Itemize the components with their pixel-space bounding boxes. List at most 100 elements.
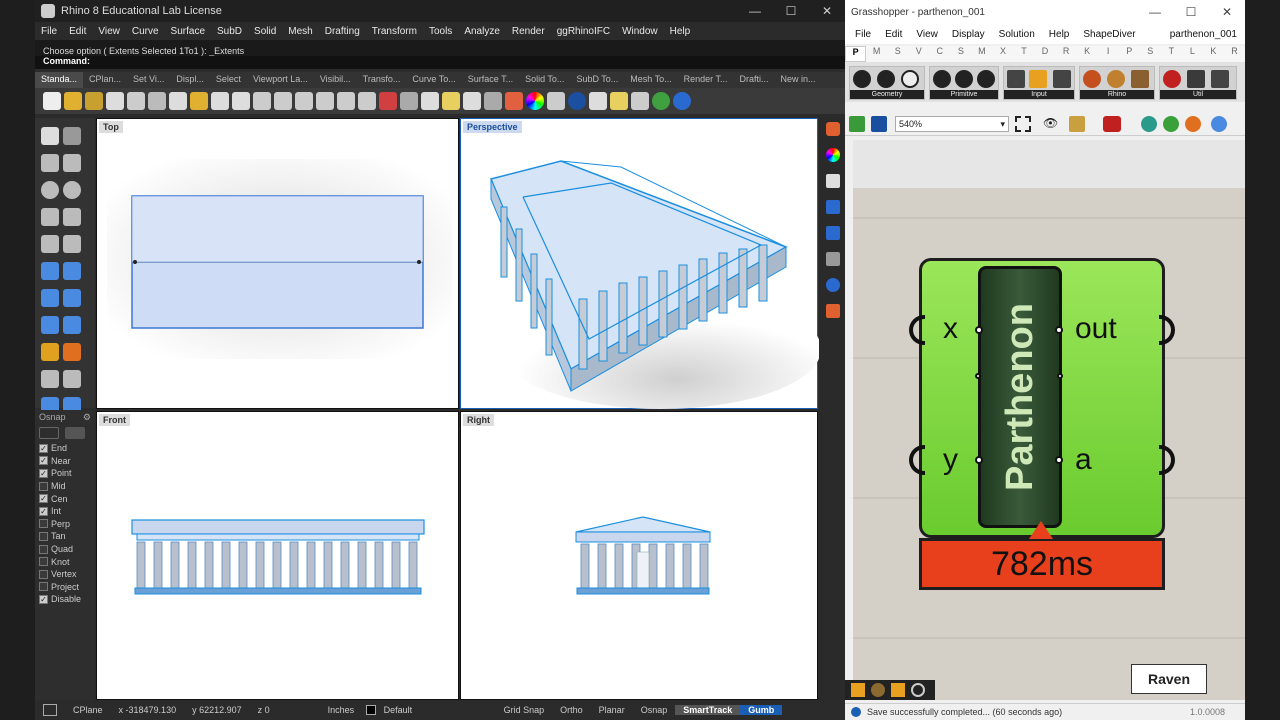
rotate-view-icon[interactable] (253, 92, 271, 110)
viewport-perspective-label[interactable]: Perspective (463, 121, 522, 133)
arrow-right-icon[interactable] (1211, 70, 1229, 88)
osnap-item-near[interactable]: ✓ Near (39, 455, 91, 468)
osnap-filter-icon[interactable] (65, 427, 85, 439)
menu-view[interactable]: View (98, 26, 120, 37)
menu-edit[interactable]: Edit (69, 26, 86, 37)
lock-icon[interactable] (484, 92, 502, 110)
category-tab[interactable]: V (908, 46, 929, 62)
point-icon[interactable] (63, 127, 81, 145)
category-tab[interactable]: C (929, 46, 950, 62)
category-tab[interactable]: K (1203, 46, 1224, 62)
category-tab[interactable]: L (1182, 46, 1203, 62)
help-icon[interactable] (673, 92, 691, 110)
light-bulb-icon[interactable] (463, 92, 481, 110)
menu-subd[interactable]: SubD (217, 26, 242, 37)
viewport-right-label[interactable]: Right (463, 414, 494, 426)
tab-set-view[interactable]: Set Vi... (127, 72, 170, 88)
gh-menu-edit[interactable]: Edit (885, 29, 902, 40)
options-icon[interactable] (631, 92, 649, 110)
ellipse-icon[interactable] (63, 181, 81, 199)
checkbox[interactable]: ✓ (39, 506, 48, 516)
brep-param-icon[interactable] (901, 70, 919, 88)
osnap-item-mid[interactable]: Mid (39, 480, 91, 493)
close-icon[interactable]: ✕ (809, 4, 845, 18)
slider-input-icon[interactable] (1053, 70, 1071, 88)
bake-icon[interactable] (1103, 116, 1121, 132)
cylinder-icon[interactable] (41, 316, 59, 334)
undo-icon[interactable] (211, 92, 229, 110)
rhino-pattern-icon[interactable] (1131, 70, 1149, 88)
button-input-icon[interactable] (1007, 70, 1025, 88)
help-panel-icon[interactable] (825, 200, 840, 214)
transform-icon[interactable] (63, 370, 81, 388)
new-file-icon[interactable] (43, 92, 61, 110)
checkbox[interactable] (39, 582, 48, 592)
gh-maximize-icon[interactable]: ☐ (1173, 5, 1209, 19)
gh-menu-shapediver[interactable]: ShapeDiver (1083, 29, 1135, 40)
checkbox[interactable]: ✓ (39, 443, 48, 453)
car-icon[interactable] (379, 92, 397, 110)
copy-icon[interactable] (169, 92, 187, 110)
osnap-item-tan[interactable]: Tan (39, 530, 91, 543)
mesh-icon[interactable] (63, 316, 81, 334)
paint-brush-icon[interactable] (1069, 116, 1085, 132)
viewport-right[interactable]: Right (460, 411, 818, 700)
raven-button[interactable]: Raven (1131, 664, 1207, 694)
menu-solid[interactable]: Solid (254, 26, 276, 37)
tab-render-tools[interactable]: Render T... (678, 72, 734, 88)
maximize-icon[interactable]: ☐ (773, 4, 809, 18)
gh-close-icon[interactable]: ✕ (1209, 5, 1245, 19)
command-line[interactable]: Command: (35, 56, 845, 69)
graph-icon[interactable] (891, 683, 905, 697)
move-icon[interactable] (41, 370, 59, 388)
category-tab[interactable]: S (950, 46, 971, 62)
status-ortho[interactable]: Ortho (552, 705, 591, 715)
viewport-perspective[interactable]: Perspective (460, 118, 821, 409)
status-planar[interactable]: Planar (591, 705, 633, 715)
rhino-import-icon[interactable] (1083, 70, 1101, 88)
surface-icon[interactable] (41, 262, 59, 280)
category-tab[interactable]: I (1098, 46, 1119, 62)
tab-visibility[interactable]: Visibil... (314, 72, 357, 88)
pan-hand-icon[interactable] (232, 92, 250, 110)
panel-toggle-icon[interactable] (43, 704, 57, 716)
gh-save-icon[interactable] (871, 116, 887, 132)
open-folder-icon[interactable] (64, 92, 82, 110)
gh-menu-view[interactable]: View (916, 29, 938, 40)
gh-menu-display[interactable]: Display (952, 29, 985, 40)
gh-menu-file[interactable]: File (855, 29, 871, 40)
refresh-icon[interactable] (911, 683, 925, 697)
minimize-icon[interactable]: — (737, 4, 773, 18)
osnap-item-disable[interactable]: ✓ Disable (39, 593, 91, 606)
open-file-icon[interactable] (849, 116, 865, 132)
menu-tools[interactable]: Tools (429, 26, 452, 37)
curve-param-icon[interactable] (877, 70, 895, 88)
turtle-icon[interactable] (871, 683, 885, 697)
viewport-top-label[interactable]: Top (99, 121, 123, 133)
status-gumball[interactable]: Gumb (740, 705, 783, 715)
menu-ggrhinoifc[interactable]: ggRhinoIFC (557, 26, 610, 37)
osnap-item-perp[interactable]: Perp (39, 518, 91, 531)
selected-preview-icon[interactable] (1163, 116, 1179, 132)
cplane-icon[interactable] (400, 92, 418, 110)
gh-menu-help[interactable]: Help (1049, 29, 1070, 40)
tab-curve-tools[interactable]: Curve To... (406, 72, 461, 88)
timer-icon[interactable] (851, 683, 865, 697)
status-grid-snap[interactable]: Grid Snap (496, 705, 553, 715)
render-sphere-icon[interactable] (568, 92, 586, 110)
osnap-item-cen[interactable]: ✓ Cen (39, 492, 91, 505)
status-smarttrack[interactable]: SmartTrack (675, 705, 741, 715)
sphere-preview-icon[interactable] (1211, 116, 1227, 132)
four-viewports-icon[interactable] (358, 92, 376, 110)
checkbox[interactable]: ✓ (39, 494, 48, 504)
menu-drafting[interactable]: Drafting (325, 26, 360, 37)
tab-mesh-tools[interactable]: Mesh To... (624, 72, 677, 88)
circle-icon[interactable] (41, 181, 59, 199)
revolve-icon[interactable] (63, 262, 81, 280)
menu-help[interactable]: Help (670, 26, 691, 37)
preview-eye-icon[interactable]: 👁 (1043, 116, 1061, 132)
checkbox[interactable]: ✓ (39, 468, 48, 478)
category-tab[interactable]: T (1013, 46, 1034, 62)
sun-icon[interactable] (610, 92, 628, 110)
boolean-icon[interactable] (41, 343, 59, 361)
